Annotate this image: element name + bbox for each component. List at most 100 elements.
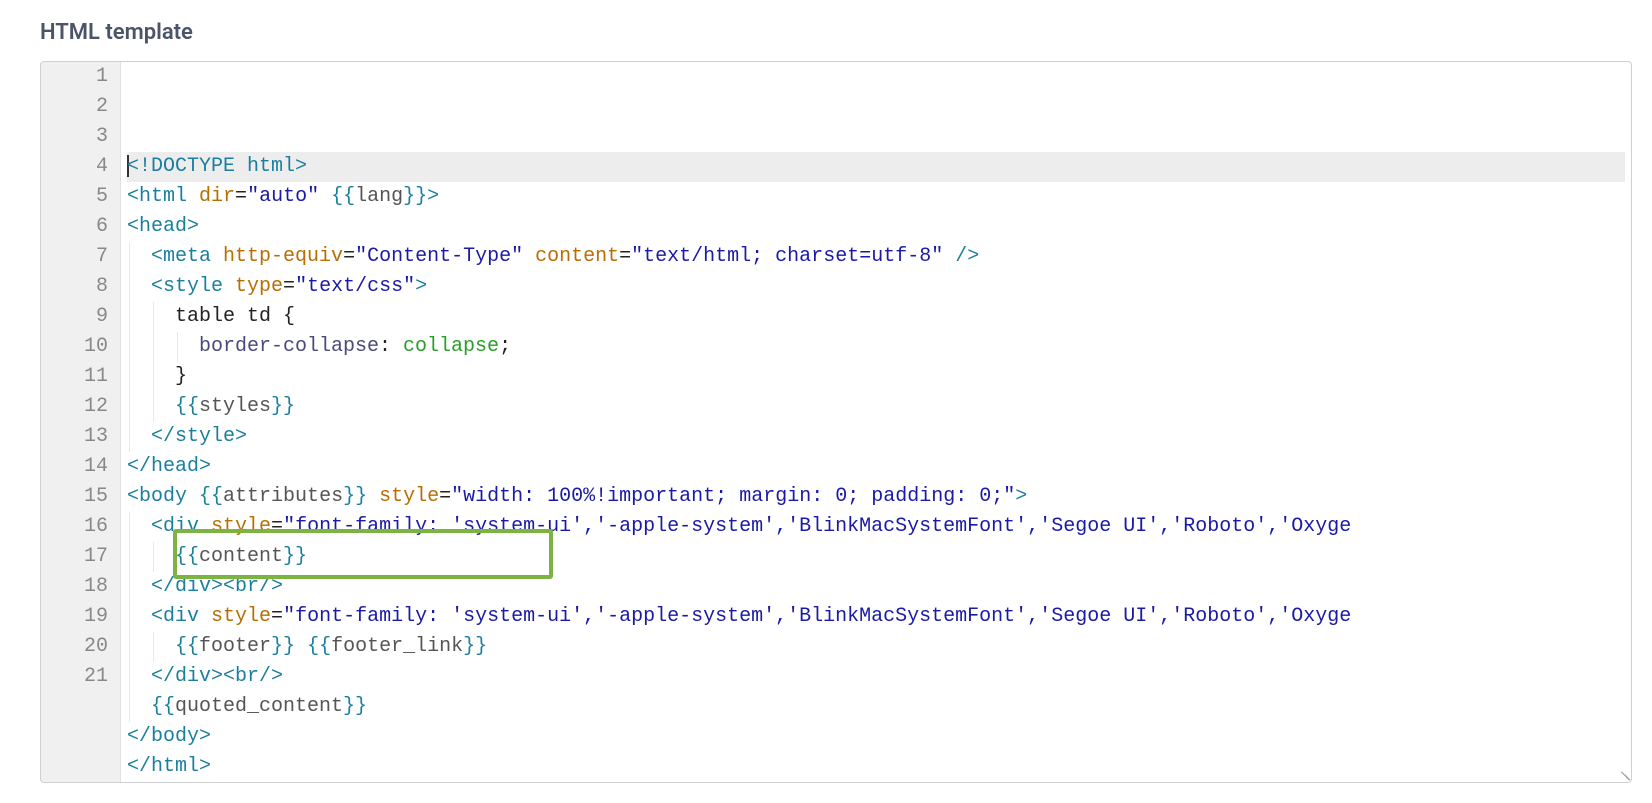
code-line[interactable]: border-collapse: collapse;	[127, 332, 1625, 362]
line-number: 6	[61, 212, 108, 242]
code-line[interactable]: </body>	[127, 722, 1625, 752]
line-number: 10	[61, 332, 108, 362]
token-tag: </div><br/>	[151, 665, 283, 688]
token-placeholder-txt: quoted_content	[175, 695, 343, 718]
token-black	[319, 185, 331, 208]
token-attr-val: "text/css"	[295, 275, 415, 298]
token-black: =	[343, 245, 355, 268]
code-line[interactable]: <html dir="auto" {{lang}}>	[127, 182, 1625, 212]
code-line[interactable]: </div><br/>	[127, 662, 1625, 692]
line-number: 18	[61, 572, 108, 602]
token-tag: <div	[151, 605, 199, 628]
token-black	[295, 635, 307, 658]
token-placeholder-br: {{	[199, 485, 223, 508]
token-black: :	[379, 335, 403, 358]
resize-handle-icon[interactable]	[1617, 768, 1629, 780]
token-attr-val: "text/html; charset=utf-8"	[631, 245, 943, 268]
token-black	[223, 275, 235, 298]
token-placeholder-br: {{	[175, 545, 199, 568]
token-placeholder-txt: footer	[199, 635, 271, 658]
token-placeholder-br: }}	[343, 485, 367, 508]
token-placeholder-txt: styles	[199, 395, 271, 418]
line-number: 7	[61, 242, 108, 272]
line-number: 12	[61, 392, 108, 422]
token-black	[235, 155, 247, 178]
token-placeholder-br: {{	[175, 635, 199, 658]
code-line[interactable]: table td {	[127, 302, 1625, 332]
code-line[interactable]: <style type="text/css">	[127, 272, 1625, 302]
token-black: =	[271, 605, 283, 628]
line-number: 14	[61, 452, 108, 482]
code-line[interactable]: </style>	[127, 422, 1625, 452]
token-placeholder-txt: attributes	[223, 485, 343, 508]
code-area[interactable]: <!DOCTYPE html><html dir="auto" {{lang}}…	[121, 62, 1631, 782]
token-tag: <html	[127, 185, 187, 208]
code-line[interactable]: </head>	[127, 452, 1625, 482]
token-tag: />	[955, 245, 979, 268]
token-black: =	[235, 185, 247, 208]
line-number: 17	[61, 542, 108, 572]
token-attr-val: "font-family: 'system-ui','-apple-system…	[283, 605, 1351, 628]
code-line[interactable]: <!DOCTYPE html>	[127, 152, 1625, 182]
token-placeholder-txt: lang	[355, 185, 403, 208]
code-line[interactable]: {{quoted_content}}	[127, 692, 1625, 722]
token-attr-val: "auto"	[247, 185, 319, 208]
code-line[interactable]: <body {{attributes}} style="width: 100%!…	[127, 482, 1625, 512]
token-attr-val: "Content-Type"	[355, 245, 523, 268]
code-line[interactable]: {{content}}	[127, 542, 1625, 572]
code-line[interactable]: {{styles}}	[127, 392, 1625, 422]
token-css-prop: border-collapse	[199, 335, 379, 358]
code-line[interactable]: </html>	[127, 752, 1625, 782]
token-placeholder-br: }}	[271, 635, 295, 658]
token-tag: <!DOCTYPE	[127, 155, 235, 178]
token-attr-name: http-equiv	[223, 245, 343, 268]
token-placeholder-br: {{	[331, 185, 355, 208]
token-placeholder-txt: footer_link	[331, 635, 463, 658]
token-black: =	[619, 245, 631, 268]
token-tag: >	[415, 275, 427, 298]
token-placeholder-br: }}	[403, 185, 427, 208]
code-line[interactable]: }	[127, 362, 1625, 392]
code-line[interactable]: <meta http-equiv="Content-Type" content=…	[127, 242, 1625, 272]
line-number: 20	[61, 632, 108, 662]
line-number: 21	[61, 662, 108, 692]
token-placeholder-br: {{	[307, 635, 331, 658]
line-number: 4	[61, 152, 108, 182]
line-number-gutter: 123456789101112131415161718192021	[41, 62, 121, 782]
code-line[interactable]: </div><br/>	[127, 572, 1625, 602]
line-number: 3	[61, 122, 108, 152]
line-number: 13	[61, 422, 108, 452]
token-black	[199, 605, 211, 628]
section-title: HTML template	[40, 20, 1632, 45]
token-black: }	[175, 365, 187, 388]
token-black	[943, 245, 955, 268]
line-number: 9	[61, 302, 108, 332]
token-black: table td {	[175, 305, 295, 328]
code-line[interactable]: <head>	[127, 212, 1625, 242]
line-number: 19	[61, 602, 108, 632]
token-tag: <head>	[127, 215, 199, 238]
token-placeholder-br: }}	[463, 635, 487, 658]
token-black: =	[283, 275, 295, 298]
token-attr-name: style	[379, 485, 439, 508]
line-number: 1	[61, 62, 108, 92]
token-attr-name: type	[235, 275, 283, 298]
token-placeholder-br: }}	[343, 695, 367, 718]
token-tag: </style>	[151, 425, 247, 448]
token-placeholder-br: {{	[151, 695, 175, 718]
code-line[interactable]: {{footer}} {{footer_link}}	[127, 632, 1625, 662]
code-line[interactable]: <div style="font-family: 'system-ui','-a…	[127, 512, 1625, 542]
token-tag: >	[427, 185, 439, 208]
line-number: 16	[61, 512, 108, 542]
token-tag: </html>	[127, 755, 211, 778]
code-line[interactable]: <div style="font-family: 'system-ui','-a…	[127, 602, 1625, 632]
token-attr-name: style	[211, 605, 271, 628]
token-tag: <div	[151, 515, 199, 538]
token-black	[187, 485, 199, 508]
token-attr-name: style	[211, 515, 271, 538]
code-editor[interactable]: 123456789101112131415161718192021 <!DOCT…	[40, 61, 1632, 783]
token-css-val: collapse	[403, 335, 499, 358]
token-attr-name: dir	[199, 185, 235, 208]
token-tag: >	[1015, 485, 1027, 508]
token-attr-val: "font-family: 'system-ui','-apple-system…	[283, 515, 1351, 538]
